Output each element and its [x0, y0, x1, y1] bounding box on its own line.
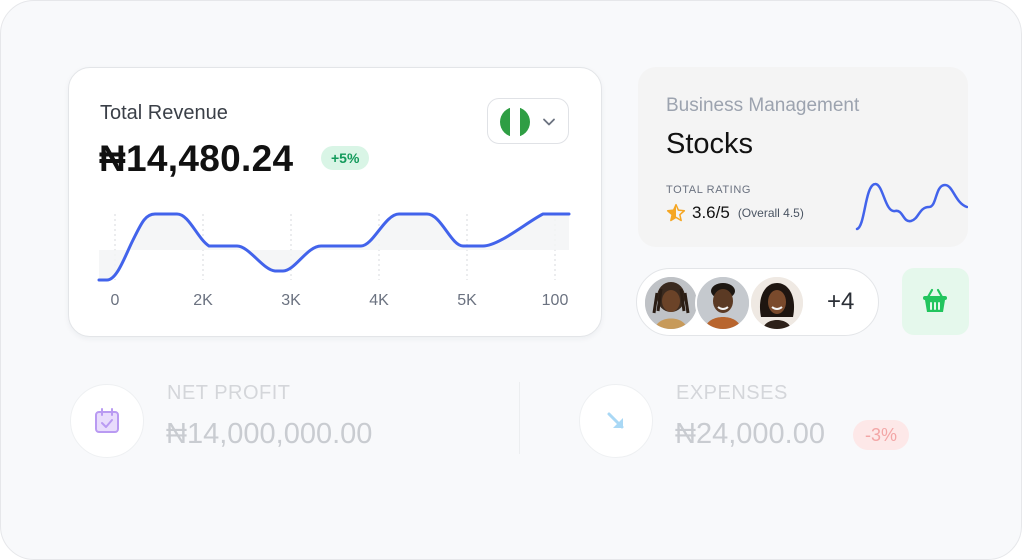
net-profit-label: NET PROFIT [167, 382, 291, 404]
extra-members-count: +4 [827, 288, 855, 315]
basket-icon [923, 288, 947, 312]
half-star-icon [666, 203, 686, 222]
x-tick-label: 4K [369, 292, 389, 309]
net-profit-value: ₦14,000,000.00 [166, 418, 373, 450]
x-tick-label: 100 [542, 292, 569, 309]
basket-button[interactable] [902, 268, 969, 335]
total-revenue-card: Total Revenue ₦14,480.24 +5% 0 2K 3K 4K … [68, 67, 602, 337]
x-tick-label: 2K [193, 292, 213, 309]
expenses-icon-wrap [579, 384, 653, 458]
stocks-card[interactable]: Business Management Stocks TOTAL RATING … [638, 67, 968, 247]
x-tick-label: 0 [111, 292, 120, 309]
rating-value: 3.6/5 [692, 203, 730, 222]
arrow-down-right-icon [607, 412, 624, 429]
x-tick-label: 3K [281, 292, 301, 309]
revenue-line-chart: 0 2K 3K 4K 5K 100 [97, 212, 571, 309]
stocks-subtitle: Business Management [666, 95, 860, 116]
net-profit-icon-wrap [70, 384, 144, 458]
team-avatars-group[interactable]: +4 [636, 268, 879, 336]
expenses-label: EXPENSES [676, 382, 788, 404]
stocks-sparkline [855, 182, 968, 231]
expenses-change-badge: -3% [853, 420, 910, 450]
rating-overall: (Overall 4.5) [737, 206, 804, 220]
calendar-check-icon [95, 408, 119, 433]
avatar[interactable] [749, 275, 805, 331]
avatar[interactable] [643, 275, 699, 331]
avatar[interactable] [695, 275, 751, 331]
rating-label: TOTAL RATING [666, 184, 752, 196]
stats-divider [519, 382, 520, 454]
rating-row: 3.6/5 (Overall 4.5) [666, 203, 804, 223]
x-tick-label: 5K [457, 292, 477, 309]
stocks-title: Stocks [666, 128, 754, 160]
expenses-value: ₦24,000.00 [675, 418, 825, 450]
